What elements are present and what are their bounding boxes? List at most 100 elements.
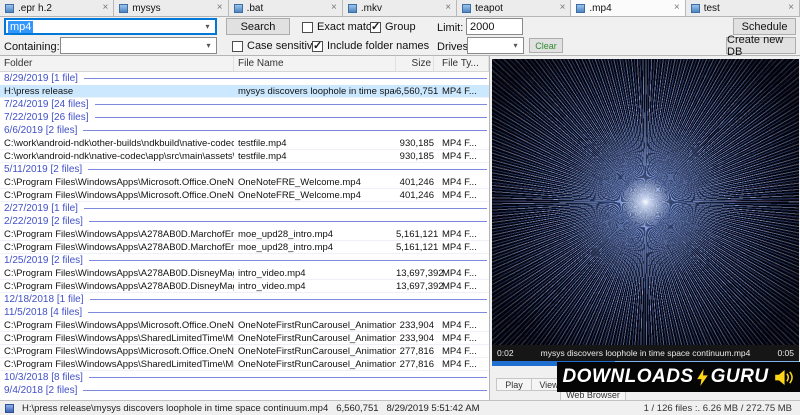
date-group-label: 7/24/2019 [24 files] — [4, 99, 89, 110]
tab-label: mysys — [132, 2, 161, 14]
exact-match-checkbox[interactable] — [302, 21, 313, 33]
cell-filename: intro_video.mp4 — [238, 280, 306, 292]
date-group-row: 1/25/2019 [2 files] — [0, 254, 489, 267]
date-group-label: 5/11/2019 [2 files] — [4, 164, 83, 175]
tab-close-icon[interactable]: × — [445, 3, 451, 13]
cell-filename: OneNoteFirstRunCarousel_Animation2.mp4 — [238, 345, 396, 357]
cell-folder: C:\Program Files\WindowsApps\SharedLimit… — [4, 332, 234, 344]
tab-icon — [690, 3, 700, 13]
file-row[interactable]: C:\Program Files\WindowsApps\A278AB0D.Ma… — [0, 241, 489, 254]
date-group-label: 2/27/2019 [1 file] — [4, 203, 78, 214]
column-header-size[interactable]: Size — [396, 56, 434, 71]
schedule-button[interactable]: Schedule — [733, 18, 796, 35]
exact-match-option[interactable]: Exact match — [302, 21, 378, 33]
file-row[interactable]: C:\Program Files\WindowsApps\Microsoft.O… — [0, 176, 489, 189]
chevron-down-icon[interactable]: ▾ — [508, 41, 523, 50]
clear-button[interactable]: Clear — [529, 38, 563, 53]
limit-input[interactable]: 2000 — [466, 18, 523, 35]
file-row[interactable]: C:\Program Files\WindowsApps\A278AB0D.Di… — [0, 267, 489, 280]
search-tab-2[interactable]: .bat × — [228, 0, 343, 16]
cell-folder: C:\Program Files\WindowsApps\Microsoft.O… — [4, 189, 234, 201]
player-title: mysys discovers loophole in time space c… — [540, 348, 751, 358]
results-header: Folder File Name Size File Ty... — [0, 56, 489, 72]
file-row[interactable]: C:\Program Files\WindowsApps\Microsoft.O… — [0, 319, 489, 332]
file-row[interactable]: C:\work\android-ndk\other-builds\ndkbuil… — [0, 137, 489, 150]
cell-filename: mysys discovers loophole in time space c… — [238, 85, 396, 97]
cell-filetype: MP4 F... — [442, 176, 477, 188]
include-folder-names-label: Include folder names — [327, 40, 430, 52]
tab-close-icon[interactable]: × — [788, 3, 794, 13]
search-button[interactable]: Search — [226, 18, 290, 35]
cell-filetype: MP4 F... — [442, 137, 477, 149]
chevron-down-icon[interactable]: ▾ — [200, 22, 215, 31]
search-tab-1[interactable]: mysys × — [114, 0, 229, 16]
cell-size: 5,161,121 — [396, 241, 439, 253]
speaker-icon — [774, 369, 793, 385]
cell-size: 13,697,392 — [396, 267, 444, 279]
tab-close-icon[interactable]: × — [102, 3, 108, 13]
column-header-filename[interactable]: File Name — [234, 56, 396, 71]
containing-combobox[interactable]: ▾ — [60, 37, 217, 54]
drives-combobox[interactable]: ▾ — [467, 37, 524, 54]
date-group-label: 2/22/2019 [2 files] — [4, 216, 83, 227]
file-row[interactable]: C:\Program Files\WindowsApps\Microsoft.O… — [0, 345, 489, 358]
tab-bar: .epr h.2 × mysys × .bat × .mkv × teapot × .mp4 × tes… — [0, 0, 800, 17]
cell-filename: OneNoteFirstRunCarousel_Animation1.mp4 — [238, 332, 396, 344]
group-option[interactable]: Group — [370, 20, 416, 33]
search-tab-0[interactable]: .epr h.2 × — [0, 0, 115, 16]
column-header-folder[interactable]: Folder — [0, 56, 234, 71]
search-tab-5[interactable]: .mp4 × — [571, 0, 686, 16]
elapsed-time: 0:02 — [497, 348, 514, 358]
date-group-label: 8/29/2019 [1 file] — [4, 73, 78, 84]
cell-folder: C:\Program Files\WindowsApps\A278AB0D.Ma… — [4, 241, 234, 253]
containing-label: Containing: — [4, 41, 60, 53]
cell-filename: OneNoteFirstRunCarousel_Animation2.mp4 — [238, 358, 396, 370]
video-preview[interactable] — [492, 59, 799, 345]
tab-close-icon[interactable]: × — [674, 3, 680, 13]
cell-filetype: MP4 F... — [442, 85, 477, 97]
cell-filename: moe_upd28_intro.mp4 — [238, 228, 334, 240]
file-row[interactable]: C:\Program Files\WindowsApps\A278AB0D.Di… — [0, 280, 489, 293]
search-tab-3[interactable]: .mkv × — [342, 0, 458, 16]
include-folder-names-checkbox[interactable] — [312, 39, 323, 52]
cell-folder: H:\press release — [4, 85, 74, 97]
create-new-db-button[interactable]: Create new DB — [726, 34, 796, 58]
search-tab-4[interactable]: teapot × — [457, 0, 572, 16]
exact-match-label: Exact match — [317, 21, 378, 33]
date-group-divider — [83, 78, 487, 79]
date-group-divider — [88, 377, 487, 378]
case-sensitive-checkbox[interactable] — [232, 40, 243, 52]
tab-close-icon[interactable]: × — [217, 3, 223, 13]
tab-play[interactable]: Play — [496, 378, 532, 391]
tab-icon — [119, 3, 129, 13]
tab-label: teapot — [475, 2, 503, 14]
date-group-divider — [94, 104, 487, 105]
tab-close-icon[interactable]: × — [560, 3, 566, 13]
cell-size: 233,904 — [399, 332, 434, 344]
date-group-row: 6/6/2019 [2 files] — [0, 124, 489, 137]
file-row[interactable]: C:\Program Files\WindowsApps\A278AB0D.Ma… — [0, 228, 489, 241]
search-tab-6[interactable]: test × — [685, 0, 800, 16]
file-row[interactable]: H:\press release mysys discovers loophole… — [0, 85, 489, 98]
file-row[interactable]: C:\work\android-ndk\native-codec\app\src… — [0, 150, 489, 163]
tab-close-icon[interactable]: × — [331, 3, 337, 13]
cell-size: 277,816 — [399, 358, 434, 370]
chevron-down-icon[interactable]: ▾ — [201, 41, 216, 50]
file-row[interactable]: C:\Program Files\WindowsApps\SharedLimit… — [0, 358, 489, 371]
cell-filename: OneNoteFRE_Welcome.mp4 — [238, 189, 361, 201]
group-checkbox[interactable] — [370, 20, 381, 33]
status-summary: 1 / 126 files :. 6.26 MB / 272.75 MB — [643, 402, 792, 414]
search-query-combobox[interactable]: mp4 ▾ — [4, 18, 217, 35]
case-sensitive-option[interactable]: Case sensitive — [232, 40, 319, 52]
cell-size: 13,697,392 — [396, 280, 444, 292]
file-search-app-window: .epr h.2 × mysys × .bat × .mkv × teapot × .mp4 × tes… — [0, 0, 800, 415]
video-file-icon — [5, 403, 14, 413]
file-row[interactable]: C:\Program Files\WindowsApps\Microsoft.O… — [0, 189, 489, 202]
cell-folder: C:\Program Files\WindowsApps\Microsoft.O… — [4, 176, 234, 188]
file-row[interactable]: C:\Program Files\WindowsApps\SharedLimit… — [0, 332, 489, 345]
include-folder-names-option[interactable]: Include folder names — [312, 39, 430, 52]
cell-folder: C:\work\android-ndk\other-builds\ndkbuil… — [4, 137, 234, 149]
date-group-label: 6/6/2019 [2 files] — [4, 125, 78, 136]
column-header-filetype[interactable]: File Ty... — [434, 56, 489, 71]
cell-filename: intro_video.mp4 — [238, 267, 306, 279]
